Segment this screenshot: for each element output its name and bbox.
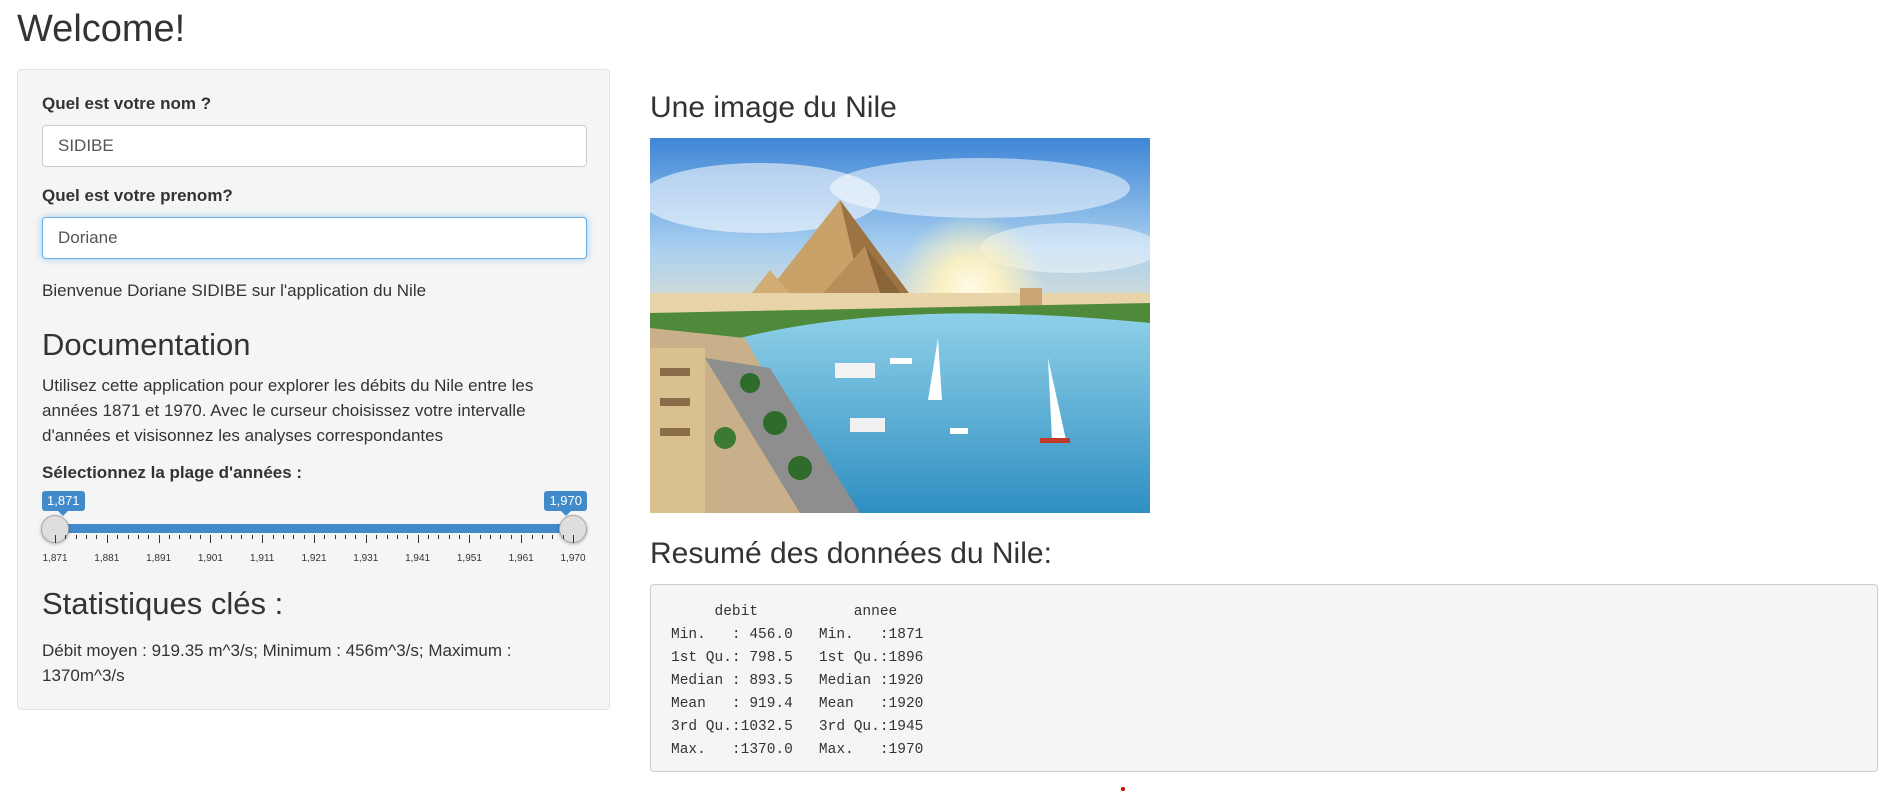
slider-tick-label: 1,881 (94, 553, 120, 564)
documentation-line: Utilisez cette application pour explorer… (42, 376, 534, 395)
slider-tick (65, 535, 67, 539)
slider-tick-label: 1,891 (146, 553, 172, 564)
slider-tick (272, 535, 274, 539)
sidebar-panel: Quel est votre nom ? Quel est votre pren… (17, 69, 610, 710)
name-input[interactable] (42, 125, 587, 167)
slider-bar[interactable] (55, 524, 573, 533)
slider-tick (210, 535, 212, 543)
slider-tick (189, 535, 191, 539)
slider-tick-label: 1,961 (508, 553, 534, 564)
slider-tick (251, 535, 253, 539)
slider-tick (469, 535, 471, 543)
slider-tick (148, 535, 150, 539)
slider-tick (137, 535, 139, 539)
firstname-label: Quel est votre prenom? (42, 186, 233, 205)
slider-tick-label: 1,921 (301, 553, 327, 564)
slider-tick (541, 535, 543, 539)
slider-tick (552, 535, 554, 539)
slider-to-value: 1,970 (544, 491, 587, 516)
slider-tick-label: 1,901 (197, 553, 223, 564)
summary-line: debit annee (671, 604, 941, 620)
slider-tick (438, 535, 440, 539)
stats-text: Débit moyen : 919.35 m^3/s; Minimum : 45… (42, 638, 511, 688)
slider-tick (293, 535, 295, 539)
documentation-line: années 1871 et 1970. Avec le curseur cho… (42, 401, 526, 420)
slider-tick (510, 535, 512, 539)
stats-line: Débit moyen : 919.35 m^3/s; Minimum : 45… (42, 641, 512, 660)
summary-line: Mean : 919.4 Mean :1920 (671, 696, 941, 712)
slider-tick (231, 535, 233, 539)
slider-tick (396, 535, 398, 539)
slider-tick (562, 535, 564, 539)
slider-tick-label: 1,911 (250, 553, 275, 564)
slider-tick (127, 535, 129, 539)
summary-line: Max. :1370.0 Max. :1970 (671, 742, 941, 758)
slider-label: Sélectionnez la plage d'années : (42, 463, 303, 482)
slider-tick (262, 535, 264, 543)
summary-line: 3rd Qu.:1032.5 3rd Qu.:1945 (671, 719, 941, 735)
slider-tick (448, 535, 450, 539)
slider-tick-label: 1,941 (405, 553, 431, 564)
stats-heading: Statistiques clés : (42, 586, 284, 621)
documentation-text: Utilisez cette application pour explorer… (42, 373, 533, 448)
slider-tick (96, 535, 98, 539)
slider-tick (521, 535, 523, 543)
slider-tick (168, 535, 170, 539)
slider-tick (158, 535, 160, 543)
image-heading: Une image du Nile (650, 91, 897, 124)
slider-tick (314, 535, 315, 543)
stats-line: 1370m^3/s (42, 666, 125, 685)
slider-tick (573, 535, 574, 543)
slider-tick (303, 535, 305, 539)
slider-tick (282, 535, 284, 539)
slider-tick (459, 535, 461, 539)
slider-tick (500, 535, 502, 539)
slider-tick (417, 535, 419, 543)
slider-tick (200, 535, 202, 539)
slider-from-value: 1,871 (42, 491, 85, 516)
slider-tick (407, 535, 409, 539)
documentation-heading: Documentation (42, 327, 251, 362)
year-range-slider[interactable]: 1,871 1,970 1,871 1,881 1,891 1,901 1,911 1,9… (41, 491, 587, 564)
slider-tick (241, 535, 243, 539)
documentation-line: d'années et visisonnez les analyses corr… (42, 426, 444, 445)
slider-tick (324, 535, 326, 539)
summary-heading: Resumé des données du Nile: (650, 537, 1052, 570)
page-title: Welcome! (17, 8, 186, 50)
slider-tick-label: 1,951 (456, 553, 482, 564)
slider-tick (365, 535, 367, 543)
slider-tick (386, 535, 388, 539)
summary-line: Min. : 456.0 Min. :1871 (671, 627, 941, 643)
slider-tick (334, 535, 336, 539)
status-dot (1121, 787, 1125, 791)
slider-tick-label: 1,970 (560, 553, 586, 564)
summary-output: debit annee Min. : 456.0 Min. :1871 1st … (650, 584, 1878, 772)
slider-tick (490, 535, 492, 539)
slider-tick (55, 535, 56, 543)
slider-tick (376, 535, 378, 539)
slider-tick (117, 535, 119, 539)
slider-tick (106, 535, 108, 543)
summary-line: Median : 893.5 Median :1920 (671, 673, 941, 689)
slider-tick-label: 1,871 (42, 553, 68, 564)
slider-tick (75, 535, 77, 539)
slider-tick-label: 1,931 (353, 553, 379, 564)
slider-tick (427, 535, 429, 539)
slider-tick (355, 535, 357, 539)
slider-tick (220, 535, 222, 539)
slider-tick (479, 535, 481, 539)
slider-tick (345, 535, 347, 539)
nile-pyramids-image (650, 138, 1150, 513)
summary-line: 1st Qu.: 798.5 1st Qu.:1896 (671, 650, 941, 666)
firstname-input[interactable] (42, 217, 587, 259)
slider-tick (531, 535, 533, 539)
welcome-text: Bienvenue Doriane SIDIBE sur l'applicati… (42, 281, 427, 300)
slider-tick (86, 535, 88, 539)
name-label: Quel est votre nom ? (42, 94, 212, 113)
slider-tick (179, 535, 181, 539)
